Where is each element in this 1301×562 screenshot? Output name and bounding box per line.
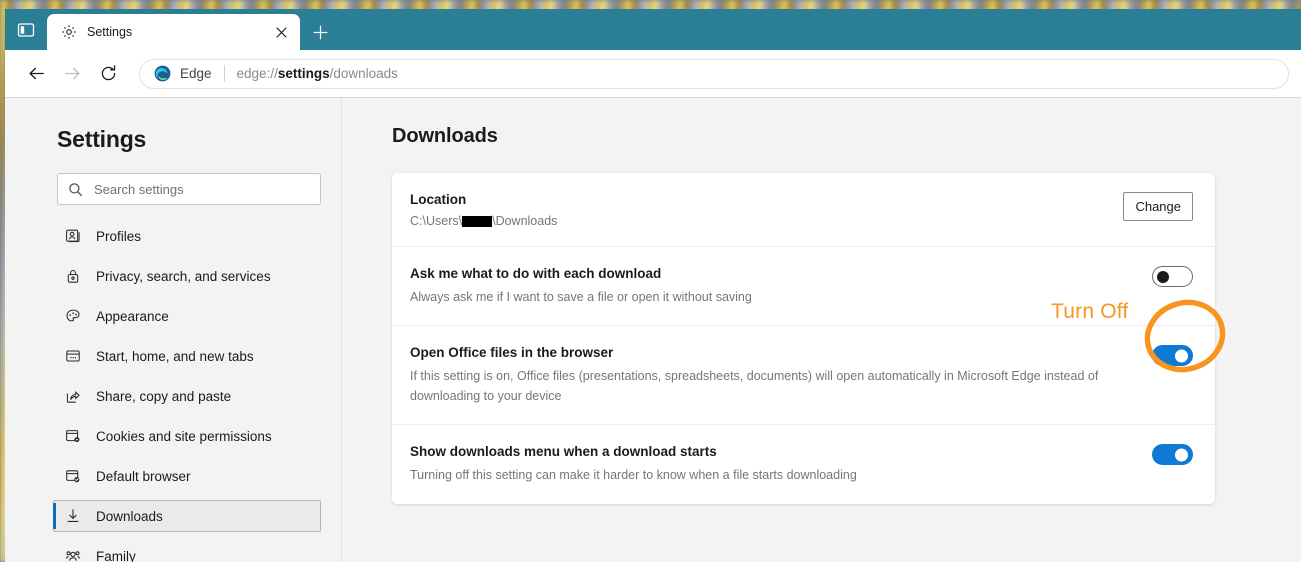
omnibox-separator	[223, 65, 225, 82]
search-input[interactable]	[94, 181, 310, 197]
settings-sidebar: Settings Search settings Profiles Privac…	[5, 98, 342, 562]
row-control	[1152, 444, 1193, 466]
url-suffix: /downloads	[329, 66, 398, 81]
toggle-knob	[1157, 270, 1169, 283]
row-control	[1152, 266, 1193, 287]
show-downloads-menu-toggle[interactable]	[1152, 444, 1193, 466]
site-settings-icon	[64, 428, 81, 445]
setting-description: Always ask me if I want to save a file o…	[410, 290, 752, 304]
download-location-path: C:\Users\ \Downloads	[410, 214, 1107, 228]
open-office-files-toggle[interactable]	[1152, 345, 1193, 367]
search-settings-box[interactable]	[57, 173, 321, 205]
browser-tab[interactable]: Settings	[47, 14, 300, 50]
redacted-username	[462, 215, 493, 227]
sidebar-item-downloads[interactable]: Downloads	[53, 500, 321, 532]
back-arrow-icon[interactable]	[19, 57, 53, 91]
tab-title: Settings	[87, 25, 133, 39]
sidebar-item-label: Downloads	[96, 508, 163, 524]
toggle-knob	[1175, 448, 1188, 462]
change-location-button[interactable]: Change	[1123, 192, 1193, 221]
gear-icon	[62, 25, 76, 39]
tab-bar: Settings	[5, 9, 1301, 50]
row-control	[1152, 345, 1193, 367]
forward-arrow-icon	[55, 57, 89, 91]
family-people-icon	[64, 548, 81, 562]
setting-title: Open Office files in the browser	[410, 345, 614, 361]
path-prefix: C:\Users\	[410, 214, 463, 228]
row-text: Show downloads menu when a download star…	[410, 444, 1136, 485]
setting-row-open-office-files: Open Office files in the browser If this…	[392, 325, 1215, 424]
settings-content: Downloads Location C:\Users\ \Downloads C…	[342, 98, 1301, 562]
settings-page: Settings Search settings Profiles Privac…	[5, 98, 1301, 562]
sidebar-item-profiles[interactable]: Profiles	[53, 220, 321, 252]
sidebar-item-label: Privacy, search, and services	[96, 268, 271, 284]
close-icon[interactable]	[270, 21, 292, 43]
sidebar-item-label: Default browser	[96, 468, 191, 484]
toggle-knob	[1175, 349, 1188, 363]
row-control: Change	[1123, 192, 1193, 221]
url-highlight: settings	[277, 66, 330, 81]
browser-check-icon	[64, 468, 81, 485]
sidebar-item-label: Appearance	[96, 308, 169, 324]
omnibox-url: edge://settings/downloads	[237, 66, 398, 81]
browser-window: Settings Edge edge://settings/downloads …	[5, 9, 1301, 562]
row-text: Ask me what to do with each download Alw…	[410, 266, 1136, 307]
download-arrow-icon	[64, 508, 81, 525]
setting-title: Show downloads menu when a download star…	[410, 444, 717, 460]
sidebar-item-label: Cookies and site permissions	[96, 428, 272, 444]
palette-icon	[64, 308, 81, 325]
new-tab-button[interactable]	[302, 14, 338, 50]
search-icon	[69, 182, 82, 196]
setting-row-ask-me: Ask me what to do with each download Alw…	[392, 246, 1215, 325]
share-icon	[64, 388, 81, 405]
profile-card-icon	[64, 228, 81, 245]
lock-icon	[64, 268, 81, 285]
tab-actions-icon[interactable]	[5, 9, 47, 50]
setting-title: Location	[410, 192, 467, 207]
setting-title: Ask me what to do with each download	[410, 266, 662, 281]
ask-me-toggle[interactable]	[1152, 266, 1193, 287]
setting-row-location: Location C:\Users\ \Downloads Change	[392, 173, 1215, 246]
url-prefix: edge://	[236, 66, 278, 81]
sidebar-item-share-copy-paste[interactable]: Share, copy and paste	[53, 380, 321, 412]
sidebar-item-family[interactable]: Family	[53, 540, 321, 562]
setting-description: Turning off this setting can make it har…	[410, 468, 857, 483]
sidebar-item-cookies-permissions[interactable]: Cookies and site permissions	[53, 420, 321, 452]
row-text: Open Office files in the browser If this…	[410, 345, 1136, 406]
window-dots-icon	[64, 348, 81, 365]
sidebar-item-start-home[interactable]: Start, home, and new tabs	[53, 340, 321, 372]
sidebar-item-label: Profiles	[96, 228, 142, 244]
settings-heading: Settings	[57, 126, 147, 152]
sidebar-item-label: Family	[96, 548, 136, 562]
downloads-settings-card: Location C:\Users\ \Downloads Change Ask …	[392, 173, 1215, 504]
edge-logo-icon	[154, 65, 171, 82]
row-text: Location C:\Users\ \Downloads	[410, 192, 1107, 228]
setting-row-show-downloads-menu: Show downloads menu when a download star…	[392, 424, 1215, 503]
navigation-toolbar: Edge edge://settings/downloads	[5, 50, 1301, 98]
sidebar-item-appearance[interactable]: Appearance	[53, 300, 321, 332]
address-bar[interactable]: Edge edge://settings/downloads	[139, 58, 1289, 89]
path-suffix: \Downloads	[492, 214, 558, 228]
sidebar-item-default-browser[interactable]: Default browser	[53, 460, 321, 492]
settings-nav-list: Profiles Privacy, search, and services A…	[5, 220, 341, 562]
sidebar-item-label: Start, home, and new tabs	[96, 348, 254, 364]
sidebar-item-privacy[interactable]: Privacy, search, and services	[53, 260, 321, 292]
omnibox-brand-label: Edge	[180, 66, 212, 81]
reload-icon[interactable]	[91, 57, 125, 91]
setting-description: If this setting is on, Office files (pre…	[410, 369, 1099, 403]
page-title: Downloads	[392, 125, 498, 147]
sidebar-item-label: Share, copy and paste	[96, 388, 232, 404]
